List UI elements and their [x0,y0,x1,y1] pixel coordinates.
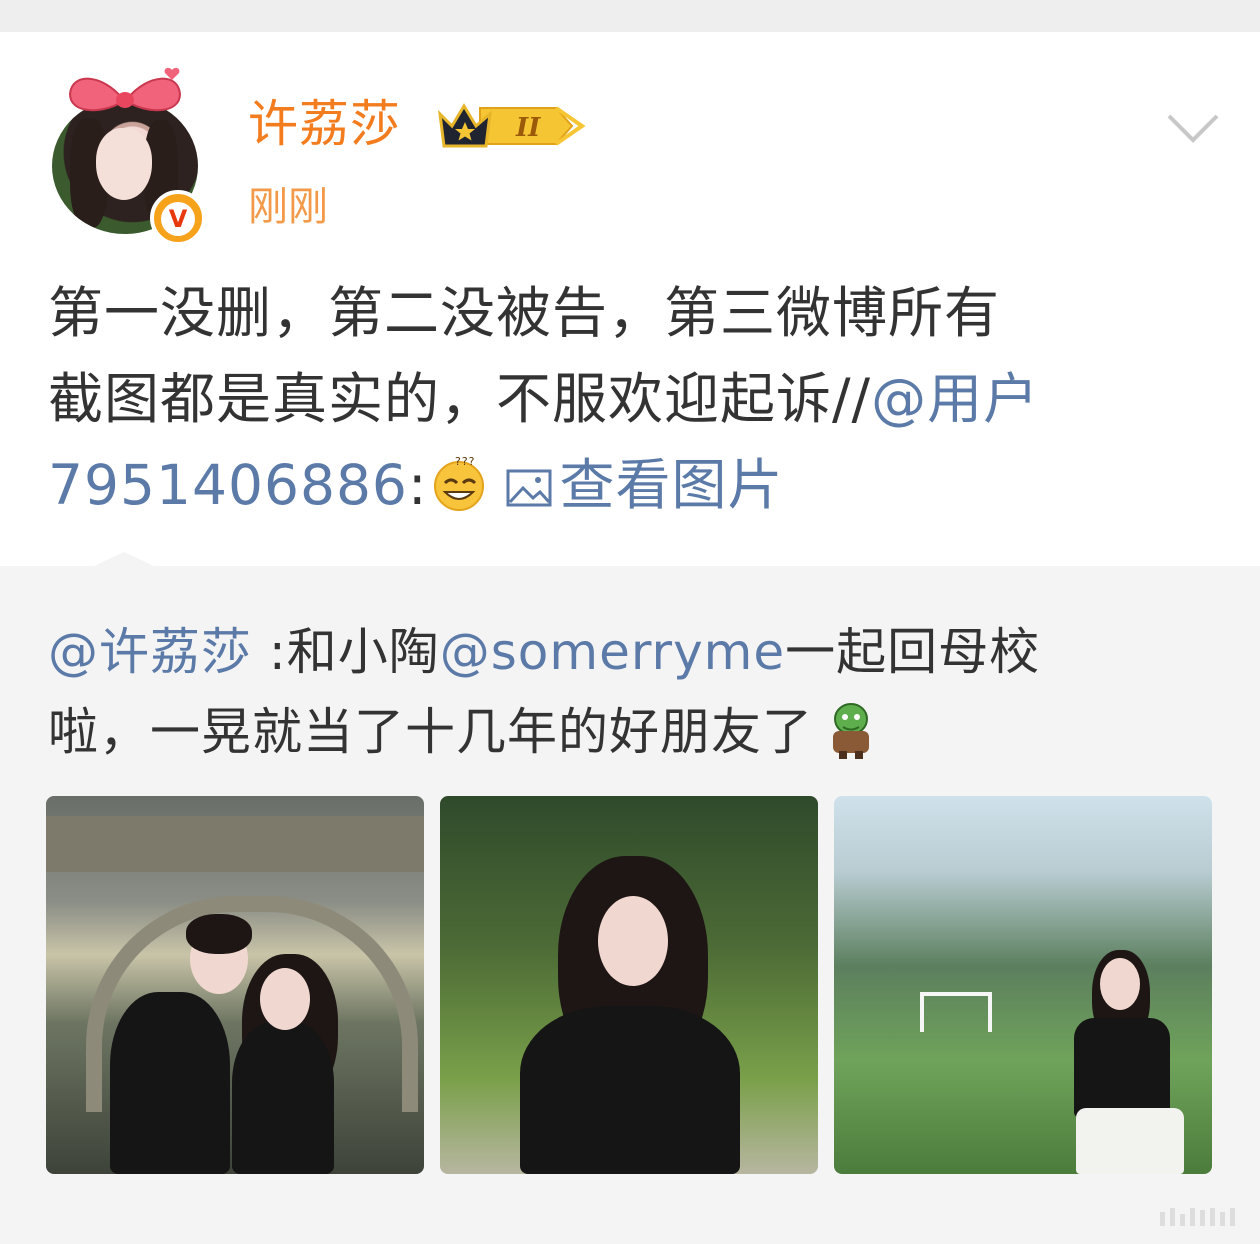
person-body [520,1006,740,1174]
watermark-bars [1160,1206,1240,1226]
soccer-goal [920,992,992,1032]
person-top [1074,1018,1170,1118]
original-author-mention[interactable]: @许荔莎 [48,623,252,681]
view-pictures-link[interactable]: 查看图片 [487,453,783,517]
post-text-line2: 截图都是真实的，不服欢迎起诉//@用户 [48,356,1218,442]
repost-text-part2: 一起回母校 [785,623,1041,681]
post-text: 第一没删，第二没被告，第三微博所有 截图都是真实的，不服欢迎起诉//@用户 79… [48,270,1218,528]
repost-text-line2-body: 啦，一晃就当了十几年的好朋友了 [48,703,813,761]
photo-trees[interactable] [440,796,818,1174]
repost-text: @许荔莎 :和小陶@somerryme一起回母校 啦，一晃就当了十几年的好朋友了 [48,612,1218,772]
top-bar [0,0,1260,32]
person-male-hair [186,914,252,954]
view-pictures-label: 查看图片 [559,453,784,517]
svg-text:???: ??? [455,456,476,468]
person-male [110,992,230,1174]
dizzy-smile-emoji: ??? [434,456,485,511]
gate-sign [46,816,424,872]
user-mention-id[interactable]: 7951406886 [48,453,408,517]
chevron-down-icon[interactable] [1165,110,1221,146]
post-text-line3: 7951406886: ??? 查看图片 [48,442,1218,528]
user-avatar[interactable]: V [52,64,206,246]
monster-emoji [833,703,869,759]
person-female-head [260,968,310,1030]
bow-decoration-icon [68,67,182,112]
post-text-line2-body: 截图都是真实的，不服欢迎起诉// [48,367,872,431]
repost-text-line1: @许荔莎 :和小陶@somerryme一起回母校 [48,612,1218,692]
username[interactable]: 许荔莎 [248,94,401,154]
repost-text-line2: 啦，一晃就当了十几年的好朋友了 [48,692,1218,772]
post-text-line1: 第一没删，第二没被告，第三微博所有 [48,281,1001,345]
person-head [1100,958,1140,1010]
image-icon [506,469,552,507]
photo-school-gate[interactable] [46,796,424,1174]
repost-pointer [90,552,158,568]
person-head [598,896,668,986]
crown-level-icon: II [437,103,586,148]
user-mention-link[interactable]: @用户 [871,367,1039,431]
mention-colon: : [407,453,428,517]
repost-text-part1: :和小陶 [252,623,440,681]
verified-badge-icon: V [150,190,206,246]
person-female [232,1022,334,1174]
photo-field[interactable] [834,796,1212,1174]
friend-mention[interactable]: @somerryme [440,623,785,681]
svg-text:II: II [515,113,541,143]
person-skirt [1076,1108,1184,1174]
post-timestamp: 刚刚 [248,184,328,230]
